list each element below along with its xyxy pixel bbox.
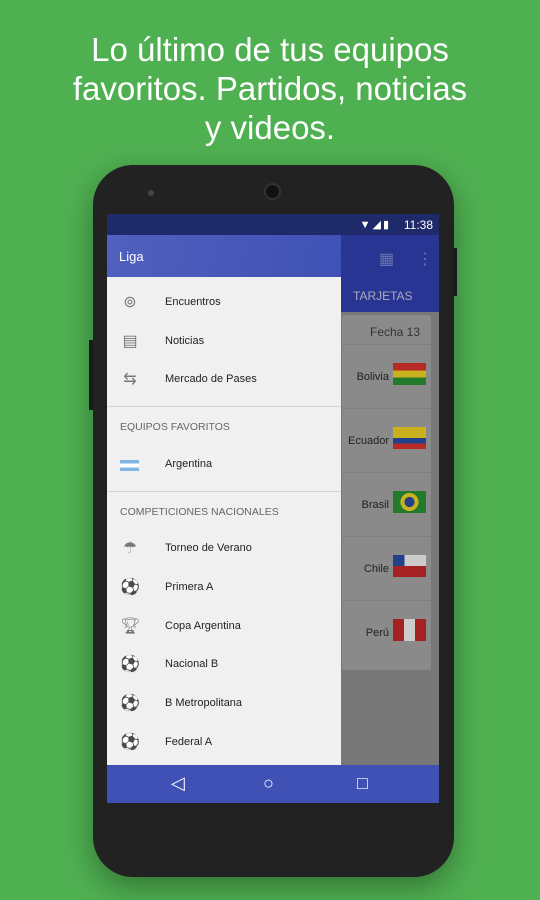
calendar-icon[interactable]: ▦ xyxy=(379,249,394,269)
team-row[interactable]: Perú xyxy=(342,601,431,665)
team-name: Ecuador xyxy=(348,435,389,447)
team-row[interactable]: Chile xyxy=(342,537,431,601)
item-label: Nacional B xyxy=(165,658,219,670)
headline-line: y videos. xyxy=(204,109,336,146)
trophy-icon: 🏆︎ xyxy=(120,618,141,635)
drawer-item-mercado[interactable]: ⇆ Mercado de Pases xyxy=(107,361,341,399)
drawer-item-primera-a[interactable]: ⚽ Primera A xyxy=(107,569,341,607)
item-label: Federal A xyxy=(165,736,213,748)
card-header: Fecha 13 xyxy=(342,315,431,345)
navigation-drawer: Liga ⊚ Encuentros ▤ Noticias ⇆ Mercado de P… xyxy=(107,235,341,765)
drawer-item-federal-a[interactable]: ⚽ Federal A xyxy=(107,724,341,762)
team-name: Bolivia xyxy=(356,371,389,383)
flag-bolivia xyxy=(393,363,426,385)
team-row[interactable]: Brasil xyxy=(342,473,431,537)
team-name: Chile xyxy=(363,563,389,575)
umbrella-icon: ☂ xyxy=(122,540,138,557)
drawer-item-b-metropolitana[interactable]: ⚽ B Metropolitana xyxy=(107,685,341,723)
team-row[interactable]: Bolivia xyxy=(342,345,431,409)
drawer-item-noticias[interactable]: ▤ Noticias xyxy=(107,323,341,361)
back-icon[interactable]: ◁ xyxy=(171,773,185,794)
soccer-ball-icon: ⚽ xyxy=(120,656,140,673)
flag-ecuador xyxy=(393,427,426,449)
item-label: Argentina xyxy=(165,458,213,470)
drawer-title: Liga xyxy=(119,249,144,264)
volume-button xyxy=(89,340,93,410)
section-header-competiciones: COMPETICIONES NACIONALES xyxy=(120,506,279,518)
drawer-item-copa-argentina[interactable]: 🏆︎ Copa Argentina xyxy=(107,608,341,646)
power-button xyxy=(453,248,457,296)
team-name: Perú xyxy=(365,627,389,639)
broadcast-icon: ⊚ xyxy=(123,294,137,311)
soccer-ball-icon: ⚽ xyxy=(120,734,140,751)
headline-line: Lo último de tus equipos xyxy=(91,31,449,68)
team-name: Brasil xyxy=(361,499,389,511)
item-label: Primera A xyxy=(165,581,214,593)
speaker xyxy=(264,183,281,200)
status-bar: ▼◢▮ 11:38 xyxy=(107,214,439,235)
screen: ▼◢▮ 11:38 ▦ ⋮ TARJETAS Fecha 13 Bolivia … xyxy=(107,214,439,803)
tab-tarjetas[interactable]: TARJETAS xyxy=(353,289,413,303)
fecha-label: Fecha 13 xyxy=(370,325,421,339)
more-icon[interactable]: ⋮ xyxy=(417,249,433,269)
item-label: B Metropolitana xyxy=(165,697,243,709)
drawer-item-argentina[interactable]: Argentina xyxy=(107,446,341,484)
drawer-item-encuentros[interactable]: ⊚ Encuentros xyxy=(107,284,341,322)
soccer-ball-icon: ⚽ xyxy=(120,579,140,596)
camera xyxy=(148,190,154,196)
flag-argentina-icon xyxy=(120,460,139,471)
section-header-favoritos: EQUIPOS FAVORITOS xyxy=(120,421,230,433)
system-nav-bar: ◁ ○ □ xyxy=(107,765,439,803)
drawer-item-torneo-verano[interactable]: ☂ Torneo de Verano xyxy=(107,530,341,568)
drawer-header: Liga xyxy=(107,235,341,277)
flag-chile xyxy=(393,555,426,577)
headline: Lo último de tus equipos favoritos. Part… xyxy=(0,30,540,147)
match-card: Fecha 13 Bolivia Ecuador Brasil Chile Pe… xyxy=(342,315,431,670)
item-label: Copa Argentina xyxy=(165,620,241,632)
divider xyxy=(107,406,341,407)
flag-brasil xyxy=(393,491,426,513)
recent-apps-icon[interactable]: □ xyxy=(357,773,368,794)
drawer-item-nacional-b[interactable]: ⚽ Nacional B xyxy=(107,646,341,684)
newspaper-icon: ▤ xyxy=(122,333,138,350)
swap-icon: ⇆ xyxy=(123,371,137,388)
item-label: Encuentros xyxy=(165,296,221,308)
status-icons: ▼◢▮ xyxy=(359,219,391,231)
item-label: Torneo de Verano xyxy=(165,542,252,554)
item-label: Mercado de Pases xyxy=(165,373,257,385)
flag-peru xyxy=(393,619,426,641)
home-icon[interactable]: ○ xyxy=(263,773,274,794)
item-label: Noticias xyxy=(165,335,205,347)
soccer-ball-icon: ⚽ xyxy=(120,695,140,712)
status-time: 11:38 xyxy=(403,218,433,232)
team-row[interactable]: Ecuador xyxy=(342,409,431,473)
divider xyxy=(107,491,341,492)
headline-line: favoritos. Partidos, noticias xyxy=(72,70,468,107)
